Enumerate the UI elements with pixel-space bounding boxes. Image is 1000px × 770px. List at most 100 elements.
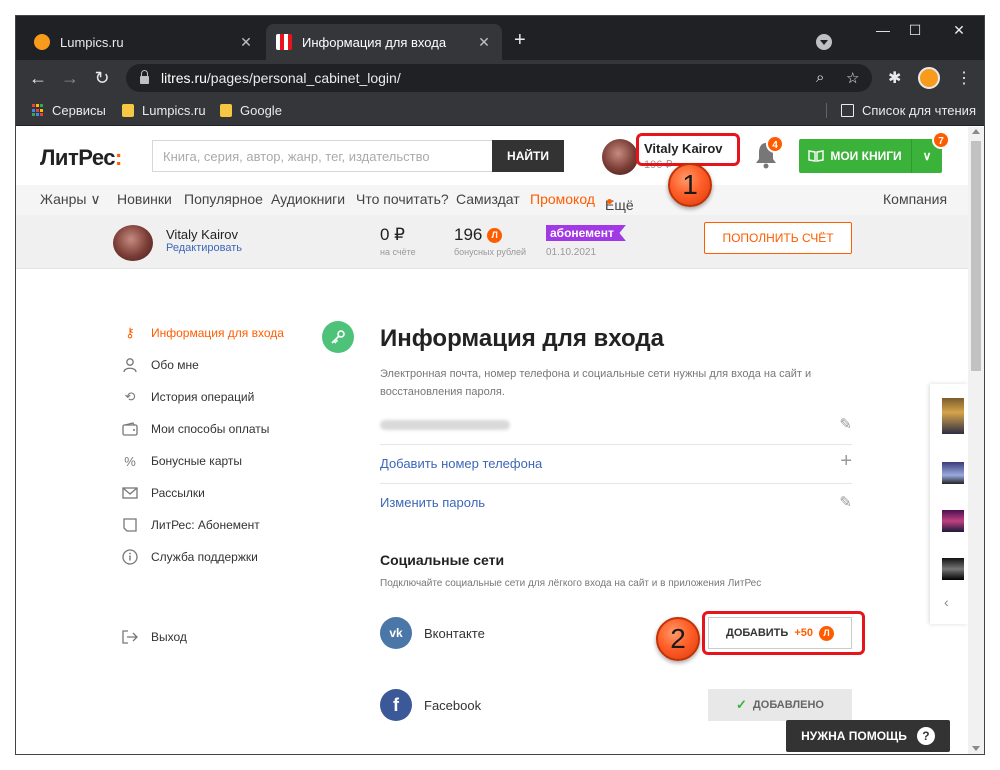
- star-icon[interactable]: ☆: [846, 69, 859, 87]
- sidebar-item-label: Информация для входа: [151, 326, 284, 340]
- reading-list[interactable]: Список для чтения: [826, 103, 976, 118]
- book-thumbnail[interactable]: [942, 510, 964, 532]
- sidebar-item-label: Служба поддержки: [151, 550, 258, 564]
- menu-item-promocode[interactable]: Промокод: [530, 191, 595, 207]
- bookmark-label: Google: [240, 103, 282, 118]
- close-tab-icon[interactable]: ✕: [238, 34, 254, 51]
- tab-bar: Lumpics.ru ✕ Информация для входа ✕ + — …: [16, 16, 984, 60]
- folder-icon: [122, 104, 134, 117]
- bookmark-google[interactable]: Google: [220, 103, 282, 118]
- book-icon: [808, 150, 825, 162]
- edit-profile-link[interactable]: Редактировать: [166, 242, 242, 254]
- address-bar[interactable]: litres.ru/pages/personal_cabinet_login/ …: [126, 64, 872, 92]
- chevron-left-icon[interactable]: ‹: [944, 594, 949, 610]
- zoom-icon[interactable]: ⌕: [816, 69, 824, 86]
- top-up-button[interactable]: ПОПОЛНИТЬ СЧЁТ: [704, 222, 852, 254]
- menu-item-samizdat[interactable]: Самиздат: [456, 191, 520, 207]
- search-input[interactable]: Книга, серия, автор, жанр, тег, издатель…: [152, 140, 492, 172]
- minimize-icon[interactable]: —: [868, 22, 898, 38]
- menu-item-popular[interactable]: Популярное: [184, 191, 263, 207]
- subscription-date: 01.10.2021: [546, 247, 597, 258]
- mail-icon: [122, 485, 138, 501]
- facebook-label: Facebook: [424, 697, 482, 713]
- sidebar-item-login-info[interactable]: ⚷ Информация для входа: [122, 323, 284, 343]
- my-books-button[interactable]: МОИ КНИГИ ∨: [799, 139, 942, 173]
- bonus-ruble-icon: Л: [487, 228, 503, 244]
- pencil-icon[interactable]: ✎: [839, 493, 852, 511]
- bookmark-services[interactable]: Сервисы: [32, 103, 106, 118]
- account-bar: Vitaly Kairov Редактировать 0 ₽ на счёте…: [16, 215, 968, 269]
- subscription-badge[interactable]: абонемент: [546, 225, 626, 241]
- chevron-down-icon[interactable]: ∨: [912, 149, 942, 163]
- avatar[interactable]: [113, 225, 153, 261]
- menu-item-audiobooks[interactable]: Аудиокниги: [271, 191, 345, 207]
- window-close-icon[interactable]: ✕: [944, 22, 974, 39]
- sidebar-item-label: История операций: [151, 390, 255, 404]
- extensions-icon[interactable]: ✱: [888, 68, 901, 88]
- help-label: НУЖНА ПОМОЩЬ: [801, 729, 907, 743]
- sidebar-item-support[interactable]: Служба поддержки: [122, 547, 258, 567]
- step-1-marker: 1: [668, 163, 712, 207]
- url-text: litres.ru/pages/personal_cabinet_login/: [161, 70, 401, 86]
- subscription-icon: [122, 517, 138, 533]
- reading-list-icon: [841, 104, 854, 117]
- book-thumbnail[interactable]: [942, 462, 964, 484]
- menu-item-what-to-read[interactable]: Что почитать?: [356, 191, 449, 207]
- search-button[interactable]: НАЙТИ: [492, 140, 564, 172]
- add-phone-link[interactable]: Добавить номер телефона: [380, 456, 542, 471]
- sidebar-item-payment[interactable]: Мои способы оплаты: [122, 419, 269, 439]
- sidebar-item-about[interactable]: Обо мне: [122, 355, 199, 375]
- vk-row: vk Вконтакте: [380, 617, 485, 649]
- menu-item-genres[interactable]: Жанры ∨: [40, 191, 101, 208]
- vertical-scrollbar[interactable]: [968, 127, 984, 754]
- menu-dots-icon[interactable]: ⋮: [956, 68, 972, 88]
- apps-grid-icon: [32, 104, 44, 117]
- menu-item-company[interactable]: Компания: [883, 191, 947, 207]
- pencil-icon[interactable]: ✎: [839, 415, 852, 433]
- tab-label: Информация для входа: [302, 34, 447, 50]
- close-tab-icon[interactable]: ✕: [476, 34, 492, 51]
- change-password-link[interactable]: Изменить пароль: [380, 495, 485, 510]
- avatar[interactable]: [602, 139, 638, 175]
- scroll-down-icon: [972, 746, 980, 751]
- sidebar-item-subscription[interactable]: ЛитРес: Абонемент: [122, 515, 260, 535]
- browser-toolbar: ← → ↻ litres.ru/pages/personal_cabinet_l…: [16, 60, 984, 96]
- added-facebook-button[interactable]: ✓ ДОБАВЛЕНО: [708, 689, 852, 721]
- user-icon: [122, 357, 138, 373]
- sidebar-item-history[interactable]: ⟲ История операций: [122, 387, 255, 407]
- reload-icon[interactable]: ↻: [90, 66, 114, 90]
- percent-icon: %: [124, 453, 136, 469]
- facebook-icon: f: [380, 689, 412, 721]
- profile-avatar[interactable]: [918, 67, 940, 89]
- maximize-icon[interactable]: ☐: [900, 22, 930, 39]
- scroll-up-icon: [972, 129, 980, 134]
- litres-favicon-icon: [276, 34, 292, 50]
- account-name: Vitaly Kairov: [166, 227, 239, 242]
- bookmark-lumpics[interactable]: Lumpics.ru: [122, 103, 206, 118]
- tab-login-info[interactable]: Информация для входа ✕: [266, 24, 502, 60]
- plus-icon[interactable]: +: [840, 450, 852, 473]
- back-icon[interactable]: ←: [26, 66, 50, 90]
- lock-icon: [140, 70, 149, 84]
- menu-item-new[interactable]: Новинки: [117, 191, 172, 207]
- bookmarks-bar: Сервисы Lumpics.ru Google Список для чте…: [16, 96, 984, 126]
- forward-icon[interactable]: →: [58, 66, 82, 90]
- new-tab-icon[interactable]: +: [514, 30, 526, 50]
- question-icon: ?: [916, 727, 935, 745]
- litres-logo[interactable]: ЛитРес:: [40, 145, 122, 171]
- book-thumbnail[interactable]: [942, 558, 964, 580]
- sidebar-item-label: Обо мне: [151, 358, 199, 372]
- sidebar-item-mailing[interactable]: Рассылки: [122, 483, 205, 503]
- book-thumbnail[interactable]: [942, 398, 964, 434]
- highlight-user-name: [636, 133, 740, 166]
- balance-caption: на счёте: [380, 247, 416, 257]
- help-button[interactable]: НУЖНА ПОМОЩЬ ?: [786, 720, 950, 752]
- tab-search-icon[interactable]: [816, 34, 832, 50]
- sidebar-item-logout[interactable]: Выход: [122, 627, 187, 647]
- tab-lumpics[interactable]: Lumpics.ru ✕: [24, 24, 264, 60]
- sidebar-item-bonus-cards[interactable]: % Бонусные карты: [122, 451, 242, 471]
- email-row: ✎: [380, 406, 852, 445]
- check-icon: ✓: [736, 697, 747, 712]
- tab-label: Lumpics.ru: [60, 34, 124, 50]
- phone-row: Добавить номер телефона +: [380, 445, 852, 484]
